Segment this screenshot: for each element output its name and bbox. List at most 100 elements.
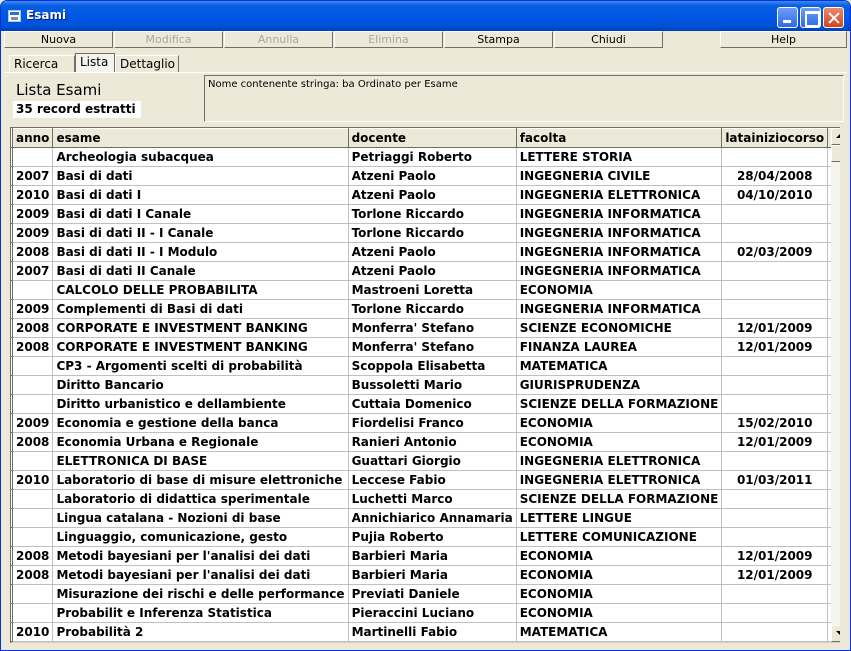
cell-latainiziocorso[interactable]: 12/01/2009 <box>721 318 829 338</box>
help-button[interactable]: Help <box>720 31 847 48</box>
cell-anno[interactable] <box>12 451 54 471</box>
cell-facolta[interactable]: SCIENZE DELLA FORMAZIONE <box>516 489 723 509</box>
table-row[interactable]: 2010 Basi di dati I Atzeni Paolo INGEGNERIA… <box>11 185 840 205</box>
table-row[interactable]: 2010 Probabilità 2 Martinelli Fabio MATEMAT… <box>11 622 840 642</box>
cell-latainiziocorso[interactable]: 12/01/2009 <box>721 337 829 357</box>
cell-latainiziocorso[interactable] <box>721 147 829 167</box>
cell-esame[interactable]: ELETTRONICA DI BASE <box>52 451 349 471</box>
cell-docente[interactable]: Petriaggi Roberto <box>348 147 517 167</box>
cell-esame[interactable]: Lingua catalana - Nozioni di base <box>52 508 349 528</box>
cell-anno[interactable]: 2010 <box>12 185 54 205</box>
cell-latainiziocorso[interactable] <box>721 261 829 281</box>
cell-facolta[interactable]: SCIENZE DELLA FORMAZIONE <box>516 394 723 414</box>
cell-latainiziocorso[interactable]: 12/01/2009 <box>721 565 829 585</box>
cell-latainiziocorso[interactable] <box>721 356 829 376</box>
cell-facolta[interactable]: ECONOMIA <box>516 413 723 433</box>
cell-docente[interactable]: Cuttaia Domenico <box>348 394 517 414</box>
nuova-button[interactable]: Nuova <box>4 31 113 48</box>
cell-docente[interactable]: Atzeni Paolo <box>348 261 517 281</box>
table-row[interactable]: Diritto urbanistico e dellambiente Cuttai… <box>11 394 840 414</box>
table-row[interactable]: 2009 Economia e gestione della banca Fiord… <box>11 413 840 433</box>
table-row[interactable]: ELETTRONICA DI BASE Guattari Giorgio INGEG… <box>11 451 840 471</box>
cell-docente[interactable]: Annichiarico Annamaria <box>348 508 517 528</box>
cell-esame[interactable]: Economia Urbana e Regionale <box>52 432 349 452</box>
cell-latainiziocorso[interactable] <box>721 394 829 414</box>
cell-esame[interactable]: Basi di dati I Canale <box>52 204 349 224</box>
cell-docente[interactable]: Torlone Riccardo <box>348 299 517 319</box>
cell-facolta[interactable]: INGEGNERIA ELETTRONICA <box>516 451 723 471</box>
tab-dettaglio[interactable]: Dettaglio <box>115 55 179 73</box>
cell-facolta[interactable]: ECONOMIA <box>516 280 723 300</box>
cell-latainiziocorso[interactable] <box>721 451 829 471</box>
cell-anno[interactable] <box>12 356 54 376</box>
scroll-thumb[interactable] <box>831 145 840 162</box>
cell-latainiziocorso[interactable] <box>721 223 829 243</box>
results-grid[interactable]: anno esame docente facolta latainiziocor… <box>10 127 840 643</box>
cell-esame[interactable]: Basi di dati II Canale <box>52 261 349 281</box>
cell-docente[interactable]: Torlone Riccardo <box>348 204 517 224</box>
table-row[interactable]: Misurazione dei rischi e delle performan… <box>11 584 840 604</box>
cell-esame[interactable]: Probabilit e Inferenza Statistica <box>52 603 349 623</box>
cell-latainiziocorso[interactable] <box>721 489 829 509</box>
cell-docente[interactable]: Atzeni Paolo <box>348 242 517 262</box>
cell-esame[interactable]: CORPORATE E INVESTMENT BANKING <box>52 318 349 338</box>
cell-facolta[interactable]: MATEMATICA <box>516 622 723 642</box>
cell-docente[interactable]: Barbieri Maria <box>348 565 517 585</box>
cell-docente[interactable]: Atzeni Paolo <box>348 166 517 186</box>
annulla-button[interactable]: Annulla <box>224 31 333 48</box>
cell-docente[interactable]: Bussoletti Mario <box>348 375 517 395</box>
table-row[interactable]: 2009 Complementi di Basi di dati Torlone R… <box>11 299 840 319</box>
cell-facolta[interactable]: MATEMATICA <box>516 356 723 376</box>
scroll-down-button[interactable] <box>831 625 840 642</box>
cell-facolta[interactable]: ECONOMIA <box>516 584 723 604</box>
cell-anno[interactable] <box>12 489 54 509</box>
cell-anno[interactable]: 2008 <box>12 337 54 357</box>
table-row[interactable]: Archeologia subacquea Petriaggi Roberto LE… <box>11 147 840 167</box>
cell-facolta[interactable]: ECONOMIA <box>516 565 723 585</box>
table-row[interactable]: Diritto Bancario Bussoletti Mario GIURISPR… <box>11 375 840 395</box>
table-row[interactable]: Laboratorio di didattica sperimentale Luc… <box>11 489 840 509</box>
cell-anno[interactable] <box>12 527 54 547</box>
cell-anno[interactable]: 2010 <box>12 470 54 490</box>
table-row[interactable]: Linguaggio, comunicazione, gesto Pujia Ro… <box>11 527 840 547</box>
cell-esame[interactable]: Linguaggio, comunicazione, gesto <box>52 527 349 547</box>
cell-anno[interactable]: 2009 <box>12 413 54 433</box>
cell-latainiziocorso[interactable]: 12/01/2009 <box>721 432 829 452</box>
title-bar[interactable]: Esami <box>1 1 850 31</box>
cell-latainiziocorso[interactable] <box>721 584 829 604</box>
cell-anno[interactable]: 2007 <box>12 261 54 281</box>
cell-docente[interactable]: Scoppola Elisabetta <box>348 356 517 376</box>
cell-esame[interactable]: Laboratorio di didattica sperimentale <box>52 489 349 509</box>
maximize-button[interactable] <box>800 7 821 28</box>
chiudi-button[interactable]: Chiudi <box>554 31 663 48</box>
table-row[interactable]: 2008 CORPORATE E INVESTMENT BANKING Monfer… <box>11 337 840 357</box>
cell-esame[interactable]: Probabilità 2 <box>52 622 349 642</box>
cell-facolta[interactable]: INGEGNERIA INFORMATICA <box>516 261 723 281</box>
cell-docente[interactable]: Torlone Riccardo <box>348 223 517 243</box>
minimize-button[interactable] <box>777 7 798 28</box>
cell-facolta[interactable]: INGEGNERIA INFORMATICA <box>516 242 723 262</box>
table-row[interactable]: CP3 - Argomenti scelti di probabilità Sco… <box>11 356 840 376</box>
cell-facolta[interactable]: ECONOMIA <box>516 432 723 452</box>
table-row[interactable]: Lingua catalana - Nozioni di base Annichi… <box>11 508 840 528</box>
cell-docente[interactable]: Martinelli Fabio <box>348 622 517 642</box>
cell-facolta[interactable]: SCIENZE ECONOMICHE <box>516 318 723 338</box>
cell-anno[interactable]: 2009 <box>12 299 54 319</box>
cell-docente[interactable]: Leccese Fabio <box>348 470 517 490</box>
cell-anno[interactable]: 2010 <box>12 622 54 642</box>
cell-latainiziocorso[interactable]: 02/03/2009 <box>721 242 829 262</box>
column-header-facolta[interactable]: facolta <box>515 128 723 148</box>
table-row[interactable]: 2008 Metodi bayesiani per l'analisi dei d… <box>11 546 840 566</box>
table-row[interactable]: 2008 Basi di dati II - I Modulo Atzeni Pao… <box>11 242 840 262</box>
column-header-latainiziocorso[interactable]: latainiziocorso <box>721 128 829 148</box>
column-header-docente[interactable]: docente <box>347 128 517 148</box>
table-row[interactable]: 2007 Basi di dati Atzeni Paolo INGEGNERIA C… <box>11 166 840 186</box>
cell-latainiziocorso[interactable] <box>721 375 829 395</box>
table-row[interactable]: 2010 Laboratorio di base di misure elettr… <box>11 470 840 490</box>
cell-anno[interactable]: 2009 <box>12 204 54 224</box>
table-row[interactable]: 2008 Economia Urbana e Regionale Ranieri A… <box>11 432 840 452</box>
table-row[interactable]: Probabilit e Inferenza Statistica Pieracc… <box>11 603 840 623</box>
cell-anno[interactable] <box>12 280 54 300</box>
cell-anno[interactable]: 2008 <box>12 318 54 338</box>
cell-latainiziocorso[interactable] <box>721 299 829 319</box>
